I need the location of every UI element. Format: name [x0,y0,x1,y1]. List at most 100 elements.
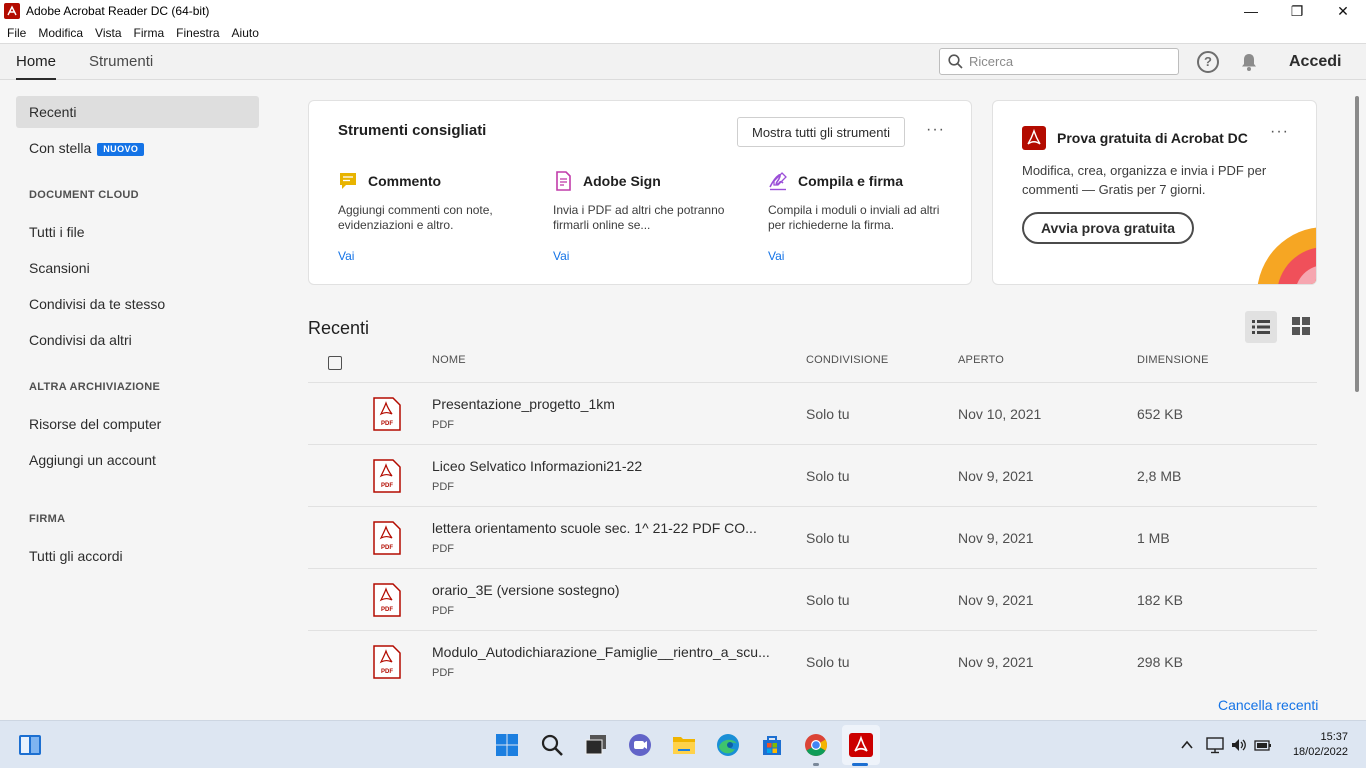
clear-recent-link[interactable]: Cancella recenti [1218,697,1318,713]
file-type: PDF [432,543,454,555]
window-title: Adobe Acrobat Reader DC (64-bit) [26,4,210,18]
file-explorer-icon[interactable] [672,733,696,757]
svg-text:PDF: PDF [381,483,393,489]
clock-time: 15:37 [1320,731,1348,743]
tool-name: Compila e firma [798,173,904,189]
column-header-sharing[interactable]: CONDIVISIONE [806,354,888,366]
tool-fill-sign-go-link[interactable]: Vai [768,249,784,263]
top-nav: Home Strumenti ? Accedi [0,43,1366,80]
system-clock[interactable]: 15:37 18/02/2022 [1284,730,1348,760]
file-size: 652 KB [1137,406,1183,422]
taskbar: 15:37 18/02/2022 [0,720,1366,768]
tool-description: Compila i moduli o inviali ad altri per … [768,203,940,232]
title-bar: Adobe Acrobat Reader DC (64-bit) — ❐ ✕ [0,0,1366,22]
maximize-button[interactable]: ❐ [1274,0,1320,22]
file-sharing: Solo tu [806,468,850,484]
file-type: PDF [432,605,454,617]
minimize-button[interactable]: — [1228,0,1274,22]
chrome-browser-icon[interactable] [804,733,828,757]
table-row[interactable]: PDF orario_3E (versione sostegno) PDF So… [308,569,1317,631]
tool-name: Commento [368,173,442,189]
edge-browser-icon[interactable] [716,733,740,757]
menu-view[interactable]: Vista [95,26,121,40]
file-name: lettera orientamento scuole sec. 1^ 21-2… [432,520,757,536]
sidebar-item-add-account[interactable]: Aggiungi un account [16,444,259,476]
start-icon[interactable] [495,733,519,757]
table-row[interactable]: PDF Liceo Selvatico Informazioni21-22 PD… [308,445,1317,507]
file-name: orario_3E (versione sostegno) [432,582,620,598]
menu-bar: File Modifica Vista Firma Finestra Aiuto [0,22,1366,43]
tool-fill-sign[interactable]: Compila e firma Compila i moduli o invia… [768,171,958,233]
table-header: NOME CONDIVISIONE APERTO DIMENSIONE [308,342,1317,383]
table-row[interactable]: PDF lettera orientamento scuole sec. 1^ … [308,507,1317,569]
sidebar-item-recent[interactable]: Recenti [16,96,259,128]
pdf-file-icon: PDF [373,583,401,617]
tool-adobe-sign[interactable]: Adobe Sign Invia i PDF ad altri che potr… [553,171,743,233]
menu-sign[interactable]: Firma [134,26,165,40]
table-row[interactable]: PDF Presentazione_progetto_1km PDF Solo … [308,383,1317,445]
chrome-running-indicator [813,763,819,766]
trial-title: Prova gratuita di Acrobat DC [1057,130,1248,146]
acrobat-reader-icon[interactable] [849,733,873,757]
column-header-size[interactable]: DIMENSIONE [1137,354,1209,366]
start-free-trial-button[interactable]: Avvia prova gratuita [1022,212,1194,244]
tool-comment-go-link[interactable]: Vai [338,249,354,263]
sidebar: Recenti Con stella NUOVO DOCUMENT CLOUD T… [0,81,278,720]
scrollbar[interactable] [1355,96,1359,392]
pdf-file-icon: PDF [373,397,401,431]
tab-tools[interactable]: Strumenti [89,44,153,80]
chevron-up-icon[interactable] [1180,738,1194,752]
file-sharing: Solo tu [806,406,850,422]
file-opened-date: Nov 9, 2021 [958,592,1034,608]
show-all-tools-button[interactable]: Mostra tutti gli strumenti [737,117,905,147]
tool-comment[interactable]: Commento Aggiungi commenti con note, evi… [338,171,528,233]
tab-home[interactable]: Home [16,44,57,80]
sidebar-item-computer[interactable]: Risorse del computer [16,408,259,440]
adobe-sign-icon [556,171,571,191]
menu-file[interactable]: File [7,26,26,40]
list-view-button[interactable] [1245,311,1277,343]
column-header-name[interactable]: NOME [432,354,466,366]
file-name: Modulo_Autodichiarazione_Famiglie__rient… [432,644,770,660]
sidebar-item-shared-by-others[interactable]: Condivisi da altri [16,324,259,356]
task-view-icon[interactable] [584,733,608,757]
select-all-checkbox[interactable] [328,356,342,370]
network-icon[interactable] [1206,736,1224,754]
search-box[interactable] [939,48,1179,75]
grid-view-icon[interactable] [1290,315,1312,337]
volume-icon[interactable] [1230,736,1248,754]
teams-chat-icon[interactable] [628,733,652,757]
menu-edit[interactable]: Modifica [38,26,83,40]
bell-icon[interactable] [1239,52,1259,72]
sidebar-item-scans[interactable]: Scansioni [16,252,259,284]
widgets-icon[interactable] [18,733,42,757]
pdf-file-icon: PDF [373,521,401,555]
list-view-icon [1252,320,1270,334]
tool-description: Aggiungi commenti con note, evidenziazio… [338,203,493,232]
menu-help[interactable]: Aiuto [232,26,259,40]
search-input[interactable] [969,54,1159,69]
battery-icon[interactable] [1254,736,1272,754]
sidebar-item-all-agreements[interactable]: Tutti gli accordi [16,540,259,572]
table-row[interactable]: PDF Modulo_Autodichiarazione_Famiglie__r… [308,631,1317,693]
more-options-icon[interactable]: ··· [926,121,945,139]
recommended-tools-card: Strumenti consigliati Mostra tutti gli s… [308,100,972,285]
menu-window[interactable]: Finestra [176,26,219,40]
sidebar-item-all-files[interactable]: Tutti i file [16,216,259,248]
search-icon[interactable] [540,733,564,757]
file-name: Presentazione_progetto_1km [432,396,615,412]
close-button[interactable]: ✕ [1320,0,1366,22]
sidebar-item-shared-by-you[interactable]: Condivisi da te stesso [16,288,259,320]
more-options-icon[interactable]: ··· [1270,123,1289,141]
sidebar-item-starred[interactable]: Con stella NUOVO [16,132,259,164]
trial-description: Modifica, crea, organizza e invia i PDF … [1022,163,1267,197]
column-header-opened[interactable]: APERTO [958,354,1004,366]
microsoft-store-icon[interactable] [760,733,784,757]
comment-icon [340,173,356,189]
tool-adobe-sign-go-link[interactable]: Vai [553,249,569,263]
file-opened-date: Nov 10, 2021 [958,406,1042,422]
pdf-file-icon: PDF [373,459,401,493]
help-icon[interactable]: ? [1197,51,1219,73]
svg-text:PDF: PDF [381,607,393,613]
login-button[interactable]: Accedi [1289,44,1341,80]
